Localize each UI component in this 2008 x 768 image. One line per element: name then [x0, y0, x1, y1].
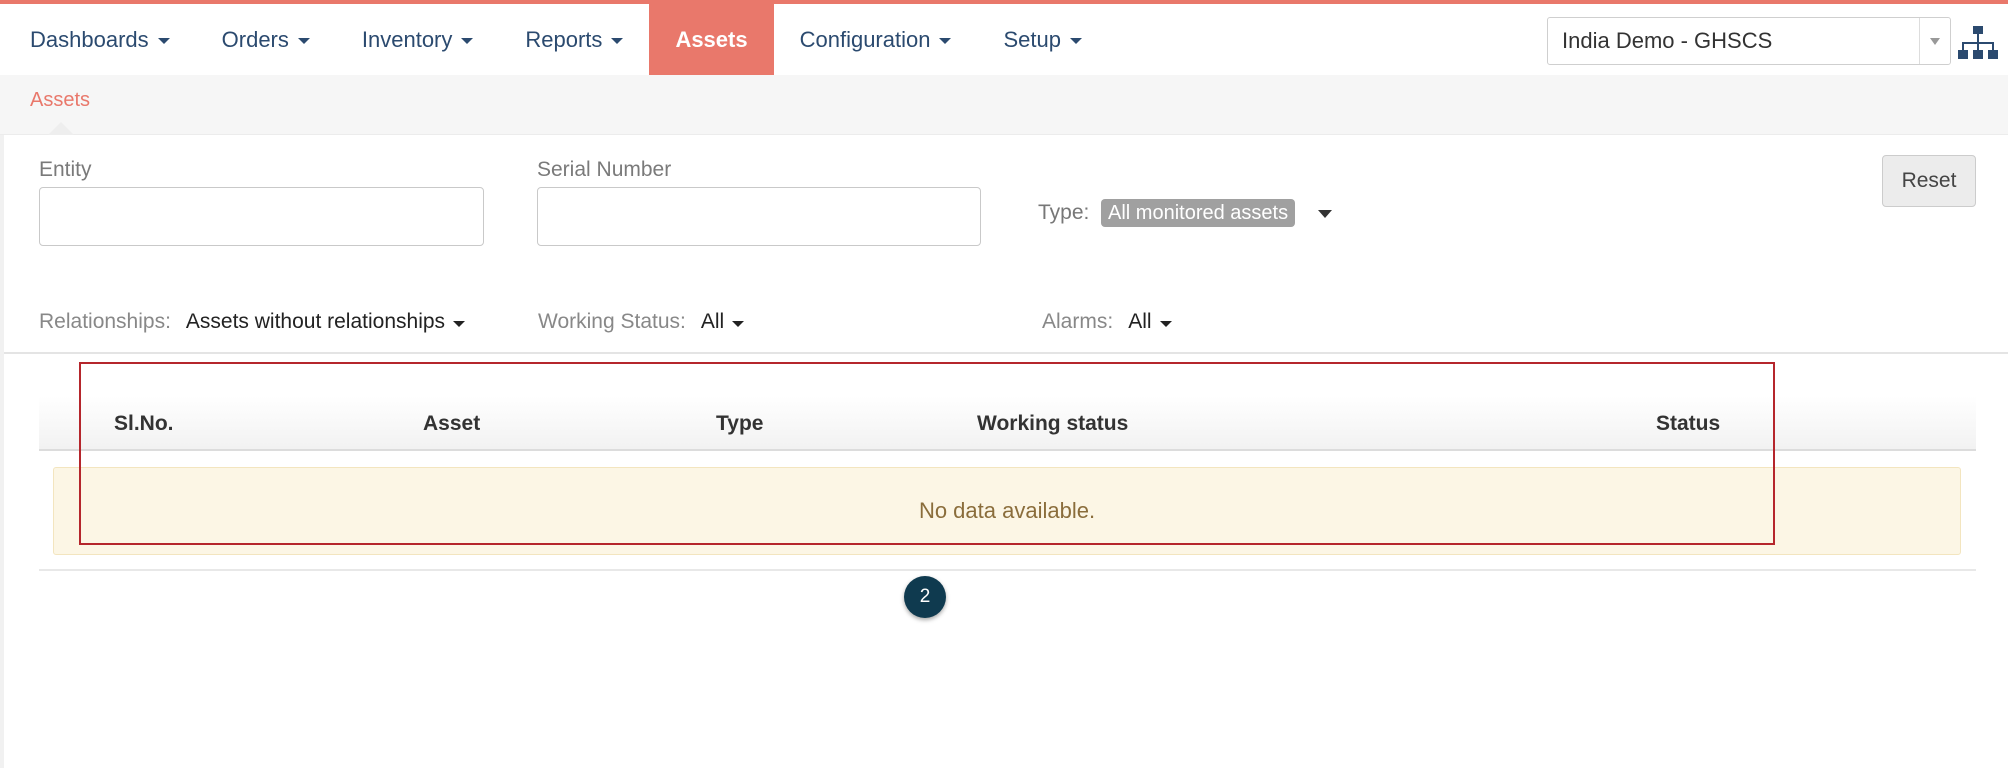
- working-status-filter[interactable]: Working Status: All: [538, 310, 745, 334]
- alarms-label: Alarms:: [1042, 310, 1114, 333]
- chevron-down-icon: [1159, 320, 1172, 327]
- relationships-value[interactable]: Assets without relationships: [186, 310, 445, 334]
- type-filter-value[interactable]: All monitored assets: [1101, 199, 1296, 227]
- reset-button[interactable]: Reset: [1882, 155, 1976, 207]
- chevron-down-icon: [611, 38, 624, 44]
- type-label: Type:: [1038, 201, 1090, 224]
- chevron-down-icon: [939, 38, 952, 44]
- nav-configuration-label: Configuration: [799, 26, 931, 52]
- relationships-filter[interactable]: Relationships: Assets without relationsh…: [39, 310, 466, 334]
- nav-orders[interactable]: Orders: [196, 4, 336, 75]
- nav-configuration[interactable]: Configuration: [774, 4, 978, 75]
- type-dropdown-icon[interactable]: [1318, 210, 1332, 218]
- chevron-down-icon: [461, 38, 474, 44]
- assets-table-header: Sl.No. Asset Type Working status Status: [39, 396, 1976, 451]
- chevron-down-icon: [1069, 38, 1082, 44]
- alarms-value[interactable]: All: [1128, 310, 1151, 334]
- main-nav: Dashboards Orders Inventory Reports Asse…: [0, 4, 1108, 75]
- column-header-slno[interactable]: Sl.No.: [114, 412, 174, 436]
- chevron-down-icon: [297, 38, 310, 44]
- domain-select[interactable]: India Demo - GHSCS: [1547, 17, 1951, 65]
- nav-dashboards-label: Dashboards: [30, 26, 149, 52]
- chevron-down-icon: [732, 320, 745, 327]
- breadcrumb: Assets: [0, 75, 2008, 135]
- top-navigation-bar: Dashboards Orders Inventory Reports Asse…: [0, 0, 2008, 75]
- empty-state-message: No data available.: [53, 467, 1961, 555]
- breadcrumb-assets[interactable]: Assets: [30, 89, 90, 112]
- table-bottom-border: [39, 569, 1976, 571]
- column-header-type[interactable]: Type: [716, 412, 763, 436]
- nav-reports[interactable]: Reports: [499, 4, 649, 75]
- column-header-status[interactable]: Status: [1656, 412, 1720, 436]
- nav-setup[interactable]: Setup: [977, 4, 1108, 75]
- nav-assets-label: Assets: [675, 26, 748, 52]
- working-status-value[interactable]: All: [701, 310, 724, 334]
- tutorial-step-badge: 2: [904, 576, 946, 618]
- hierarchy-icon[interactable]: [1958, 24, 1998, 62]
- nav-setup-label: Setup: [1003, 26, 1061, 52]
- breadcrumb-pointer: [48, 122, 74, 135]
- chevron-down-icon: [453, 320, 466, 327]
- serial-number-field[interactable]: [537, 187, 981, 246]
- working-status-label: Working Status:: [538, 310, 686, 333]
- domain-select-value: India Demo - GHSCS: [1562, 28, 1773, 53]
- nav-reports-label: Reports: [525, 26, 603, 52]
- dropdown-arrow-icon[interactable]: [1919, 18, 1950, 64]
- chevron-down-icon: [157, 38, 170, 44]
- nav-inventory[interactable]: Inventory: [336, 4, 500, 75]
- serial-number-label: Serial Number: [537, 158, 672, 181]
- relationships-label: Relationships:: [39, 310, 171, 333]
- column-header-working-status[interactable]: Working status: [977, 412, 1128, 436]
- nav-dashboards[interactable]: Dashboards: [0, 4, 196, 75]
- entity-label: Entity: [39, 158, 92, 181]
- alarms-filter[interactable]: Alarms: All: [1042, 310, 1172, 334]
- column-header-asset[interactable]: Asset: [423, 412, 480, 436]
- nav-inventory-label: Inventory: [361, 26, 453, 52]
- nav-orders-label: Orders: [221, 26, 289, 52]
- entity-field[interactable]: [39, 187, 484, 246]
- nav-assets[interactable]: Assets: [649, 4, 774, 75]
